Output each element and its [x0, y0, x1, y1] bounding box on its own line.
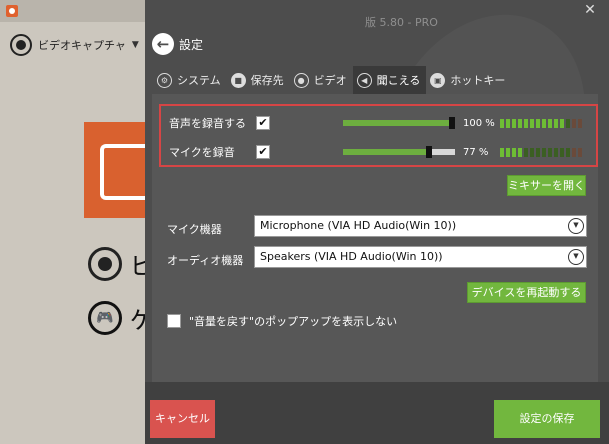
gear-icon: ⚙: [157, 72, 172, 88]
game-capture-label: ゲ: [130, 306, 145, 334]
tab-system[interactable]: ⚙ システム: [153, 66, 227, 94]
level-meter-segment: [578, 118, 582, 128]
background-app-window: ビデオキャプチャ ▼ ビ 🎮 ゲ: [0, 0, 145, 444]
level-meter-segment: [536, 118, 540, 128]
tab-label: システム: [177, 74, 221, 87]
chevron-down-icon: ▼: [568, 218, 584, 234]
system-volume-knob[interactable]: [449, 117, 455, 129]
record-video-label: ビ: [130, 252, 145, 280]
audio-settings-content: 音声を録音する ✔ 100 % マイクを録音 ✔ 77 % ミキサーを開く マイ…: [152, 94, 598, 382]
tab-label: 保存先: [250, 74, 284, 87]
background-titlebar: [0, 0, 145, 22]
mic-volume-percent: 77 %: [463, 146, 489, 158]
hide-popup-label: "音量を戻す"のポップアップを表示しない: [189, 315, 398, 328]
mic-audio-checkbox[interactable]: ✔: [256, 145, 270, 159]
record-mode-icon: [10, 34, 32, 56]
level-meter-segment: [518, 118, 522, 128]
level-meter-segment: [578, 147, 582, 157]
tab-video[interactable]: ● ビデオ: [290, 66, 353, 94]
system-audio-row: 音声を録音する ✔ 100 %: [161, 108, 596, 138]
level-meter-segment: [524, 118, 528, 128]
system-audio-label: 音声を録音する: [169, 117, 246, 130]
level-meter-segment: [530, 147, 534, 157]
mic-audio-label: マイクを録音: [169, 146, 235, 159]
video-icon: ●: [293, 72, 309, 88]
tab-label: ビデオ: [313, 74, 347, 87]
hide-popup-checkbox[interactable]: [167, 314, 181, 328]
mic-level-meter: [500, 147, 582, 157]
level-meter-segment: [518, 147, 522, 157]
capture-mode-dropdown[interactable]: ビデオキャプチャ ▼: [10, 34, 139, 56]
settings-panel: ✕ 版 5.80 - PRO ← 設定 ⚙ システム ■ 保存先 ● ビデオ ◀…: [145, 0, 609, 444]
speaker-icon: ◀: [356, 72, 372, 88]
tab-label: ホットキー: [450, 74, 506, 87]
level-meter-segment: [566, 118, 570, 128]
level-meter-segment: [506, 147, 510, 157]
back-arrow-icon: ←: [152, 33, 174, 55]
restart-devices-button[interactable]: デバイスを再起動する: [467, 282, 586, 303]
tab-hotkeys[interactable]: ▣ ホットキー: [426, 66, 511, 94]
tab-audio[interactable]: ◀ 聞こえる: [352, 66, 427, 94]
level-meter-segment: [530, 118, 534, 128]
system-volume-percent: 100 %: [463, 117, 495, 129]
capture-area-tile[interactable]: [84, 122, 145, 218]
audio-device-label: オーディオ機器: [167, 254, 244, 267]
level-meter-segment: [524, 147, 528, 157]
level-meter-segment: [500, 147, 504, 157]
level-meter-segment: [572, 118, 576, 128]
settings-tabs: ⚙ システム ■ 保存先 ● ビデオ ◀ 聞こえる ▣ ホットキー: [153, 66, 511, 94]
level-meter-segment: [500, 118, 504, 128]
level-meter-segment: [542, 118, 546, 128]
level-meter-segment: [554, 147, 558, 157]
mic-volume-knob[interactable]: [426, 146, 433, 158]
level-meter-segment: [554, 118, 558, 128]
system-audio-checkbox[interactable]: ✔: [256, 116, 270, 130]
level-meter-segment: [512, 147, 516, 157]
level-meter-segment: [548, 118, 552, 128]
chevron-down-icon: ▼: [131, 40, 139, 50]
hide-popup-option[interactable]: "音量を戻す"のポップアップを表示しない: [167, 313, 397, 329]
system-volume-slider[interactable]: [343, 117, 455, 129]
system-level-meter: [500, 118, 582, 128]
level-meter-segment: [548, 147, 552, 157]
level-meter-segment: [512, 118, 516, 128]
settings-footer: キャンセル 設定の保存: [145, 382, 609, 444]
level-meter-segment: [566, 147, 570, 157]
chevron-down-icon: ▼: [568, 249, 584, 265]
record-video-option[interactable]: ビ: [88, 246, 145, 281]
level-meter-segment: [542, 147, 546, 157]
gamepad-icon: 🎮: [88, 300, 122, 335]
tab-save-location[interactable]: ■ 保存先: [227, 66, 290, 94]
open-mixer-button[interactable]: ミキサーを開く: [507, 175, 586, 196]
level-meter-segment: [560, 118, 564, 128]
mic-volume-slider[interactable]: [343, 146, 455, 158]
mic-device-label: マイク機器: [167, 223, 222, 236]
game-capture-option[interactable]: 🎮 ゲ: [88, 300, 145, 335]
tab-label: 聞こえる: [376, 74, 421, 87]
app-logo-icon: [6, 5, 18, 17]
audio-device-select[interactable]: Speakers (VIA HD Audio(Win 10)) ▼: [254, 246, 587, 268]
recording-sources-box: 音声を録音する ✔ 100 % マイクを録音 ✔ 77 %: [159, 104, 598, 167]
mic-device-select[interactable]: Microphone (VIA HD Audio(Win 10)) ▼: [254, 215, 587, 237]
mic-device-value: Microphone (VIA HD Audio(Win 10)): [260, 219, 457, 232]
audio-device-value: Speakers (VIA HD Audio(Win 10)): [260, 250, 443, 263]
back-button[interactable]: ← 設定: [152, 33, 203, 55]
level-meter-segment: [506, 118, 510, 128]
hotkey-icon: ▣: [430, 72, 446, 88]
folder-icon: ■: [230, 72, 246, 88]
close-button[interactable]: ✕: [579, 0, 601, 20]
level-meter-segment: [536, 147, 540, 157]
level-meter-segment: [560, 147, 564, 157]
page-title: 設定: [179, 37, 204, 52]
system-volume-fill: [343, 120, 455, 126]
save-settings-button[interactable]: 設定の保存: [494, 400, 600, 438]
mic-audio-row: マイクを録音 ✔ 77 %: [161, 137, 596, 167]
version-label: 版 5.80 - PRO: [365, 16, 438, 29]
capture-mode-label: ビデオキャプチャ: [38, 39, 126, 52]
record-icon: [88, 246, 122, 281]
cancel-button[interactable]: キャンセル: [150, 400, 215, 438]
level-meter-segment: [572, 147, 576, 157]
mic-volume-fill: [343, 149, 430, 155]
